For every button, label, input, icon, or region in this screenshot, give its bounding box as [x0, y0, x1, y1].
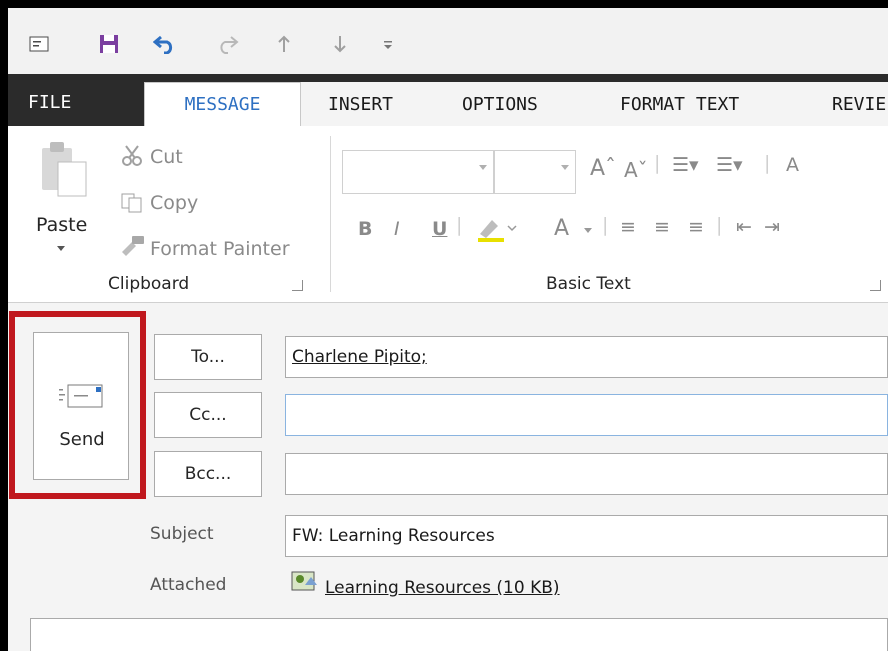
attached-label: Attached — [150, 575, 227, 595]
format-painter-icon[interactable] — [118, 234, 146, 262]
attached-field: Learning Resources (10 KB) — [285, 568, 888, 610]
attachment-link[interactable]: Learning Resources (10 KB) — [325, 578, 560, 598]
to-button[interactable]: To... — [154, 334, 262, 380]
divider-icon: | — [456, 214, 463, 236]
align-left-icon[interactable]: ≡ — [620, 216, 636, 238]
message-icon[interactable] — [24, 30, 54, 58]
save-icon[interactable] — [94, 30, 124, 58]
font-size-combo[interactable] — [494, 150, 576, 194]
paste-icon[interactable] — [36, 138, 92, 206]
divider-icon: | — [716, 214, 723, 236]
tab-options[interactable]: OPTIONS — [462, 84, 538, 126]
numbering-icon[interactable]: ☰▾ — [716, 154, 743, 176]
divider-icon: | — [602, 214, 609, 236]
clipboard-launcher-icon[interactable] — [292, 280, 303, 291]
grow-font-icon[interactable]: Aˆ — [590, 156, 616, 181]
font-color-button[interactable]: A — [554, 216, 569, 241]
copy-icon[interactable] — [120, 192, 144, 218]
highlight-icon[interactable] — [476, 216, 518, 246]
ribbon-tab-bar: FILE MESSAGE INSERT OPTIONS FORMAT TEXT … — [8, 74, 888, 127]
redo-icon[interactable] — [212, 30, 242, 58]
bcc-field[interactable] — [285, 453, 888, 495]
cc-field[interactable] — [285, 394, 888, 436]
clipboard-group-label: Clipboard — [108, 274, 190, 294]
to-field[interactable]: Charlene Pipito; — [285, 336, 888, 378]
tab-file[interactable]: FILE — [28, 74, 71, 116]
decrease-indent-icon[interactable]: ⇤ — [736, 216, 752, 238]
group-separator — [330, 136, 331, 292]
ribbon-message: Paste Cut Copy Format Painter Clipboard … — [8, 126, 888, 303]
undo-icon[interactable] — [150, 30, 180, 58]
paste-dropdown-icon[interactable] — [57, 246, 65, 251]
subject-label: Subject — [150, 524, 214, 544]
customize-icon[interactable] — [378, 30, 398, 58]
recipient-chip[interactable]: Charlene Pipito; — [292, 347, 427, 367]
basic-text-launcher-icon[interactable] — [870, 280, 881, 291]
paste-button[interactable]: Paste — [36, 214, 87, 236]
bullets-icon[interactable]: ☰▾ — [672, 154, 699, 176]
cut-button[interactable]: Cut — [150, 146, 183, 168]
attachment-file-icon — [291, 568, 321, 608]
tab-review[interactable]: REVIE — [832, 84, 886, 126]
up-arrow-icon[interactable] — [272, 30, 296, 58]
quick-access-toolbar — [8, 8, 888, 74]
chevron-down-icon — [561, 165, 569, 170]
styles-icon[interactable]: A — [786, 154, 799, 176]
basic-text-group-label: Basic Text — [546, 274, 631, 294]
align-center-icon[interactable]: ≡ — [654, 216, 670, 238]
send-label: Send — [59, 429, 105, 450]
divider-icon: | — [654, 152, 661, 174]
outlook-message-window: FILE MESSAGE INSERT OPTIONS FORMAT TEXT … — [8, 8, 888, 651]
tab-message[interactable]: MESSAGE — [144, 82, 301, 127]
align-right-icon[interactable]: ≡ — [688, 216, 704, 238]
bcc-button[interactable]: Bcc... — [154, 451, 262, 497]
down-arrow-icon[interactable] — [328, 30, 352, 58]
tab-format-text[interactable]: FORMAT TEXT — [620, 84, 739, 126]
increase-indent-icon[interactable]: ⇥ — [764, 216, 780, 238]
shrink-font-icon[interactable]: Aˇ — [624, 158, 648, 182]
bold-button[interactable]: B — [358, 218, 372, 240]
underline-button[interactable]: U — [432, 218, 447, 240]
font-name-combo[interactable] — [342, 150, 494, 194]
cut-icon[interactable] — [120, 144, 144, 172]
format-painter-button[interactable]: Format Painter — [150, 238, 290, 260]
subject-field[interactable]: FW: Learning Resources — [285, 515, 888, 557]
send-button[interactable]: Send — [33, 332, 129, 480]
chevron-down-icon[interactable] — [584, 228, 592, 233]
copy-button[interactable]: Copy — [150, 192, 198, 214]
divider-icon: | — [764, 152, 771, 174]
tab-insert[interactable]: INSERT — [328, 84, 393, 126]
envelope-send-icon — [58, 381, 106, 413]
cc-button[interactable]: Cc... — [154, 392, 262, 438]
italic-button[interactable]: I — [394, 218, 400, 240]
chevron-down-icon — [479, 165, 487, 170]
message-body[interactable] — [30, 618, 888, 651]
